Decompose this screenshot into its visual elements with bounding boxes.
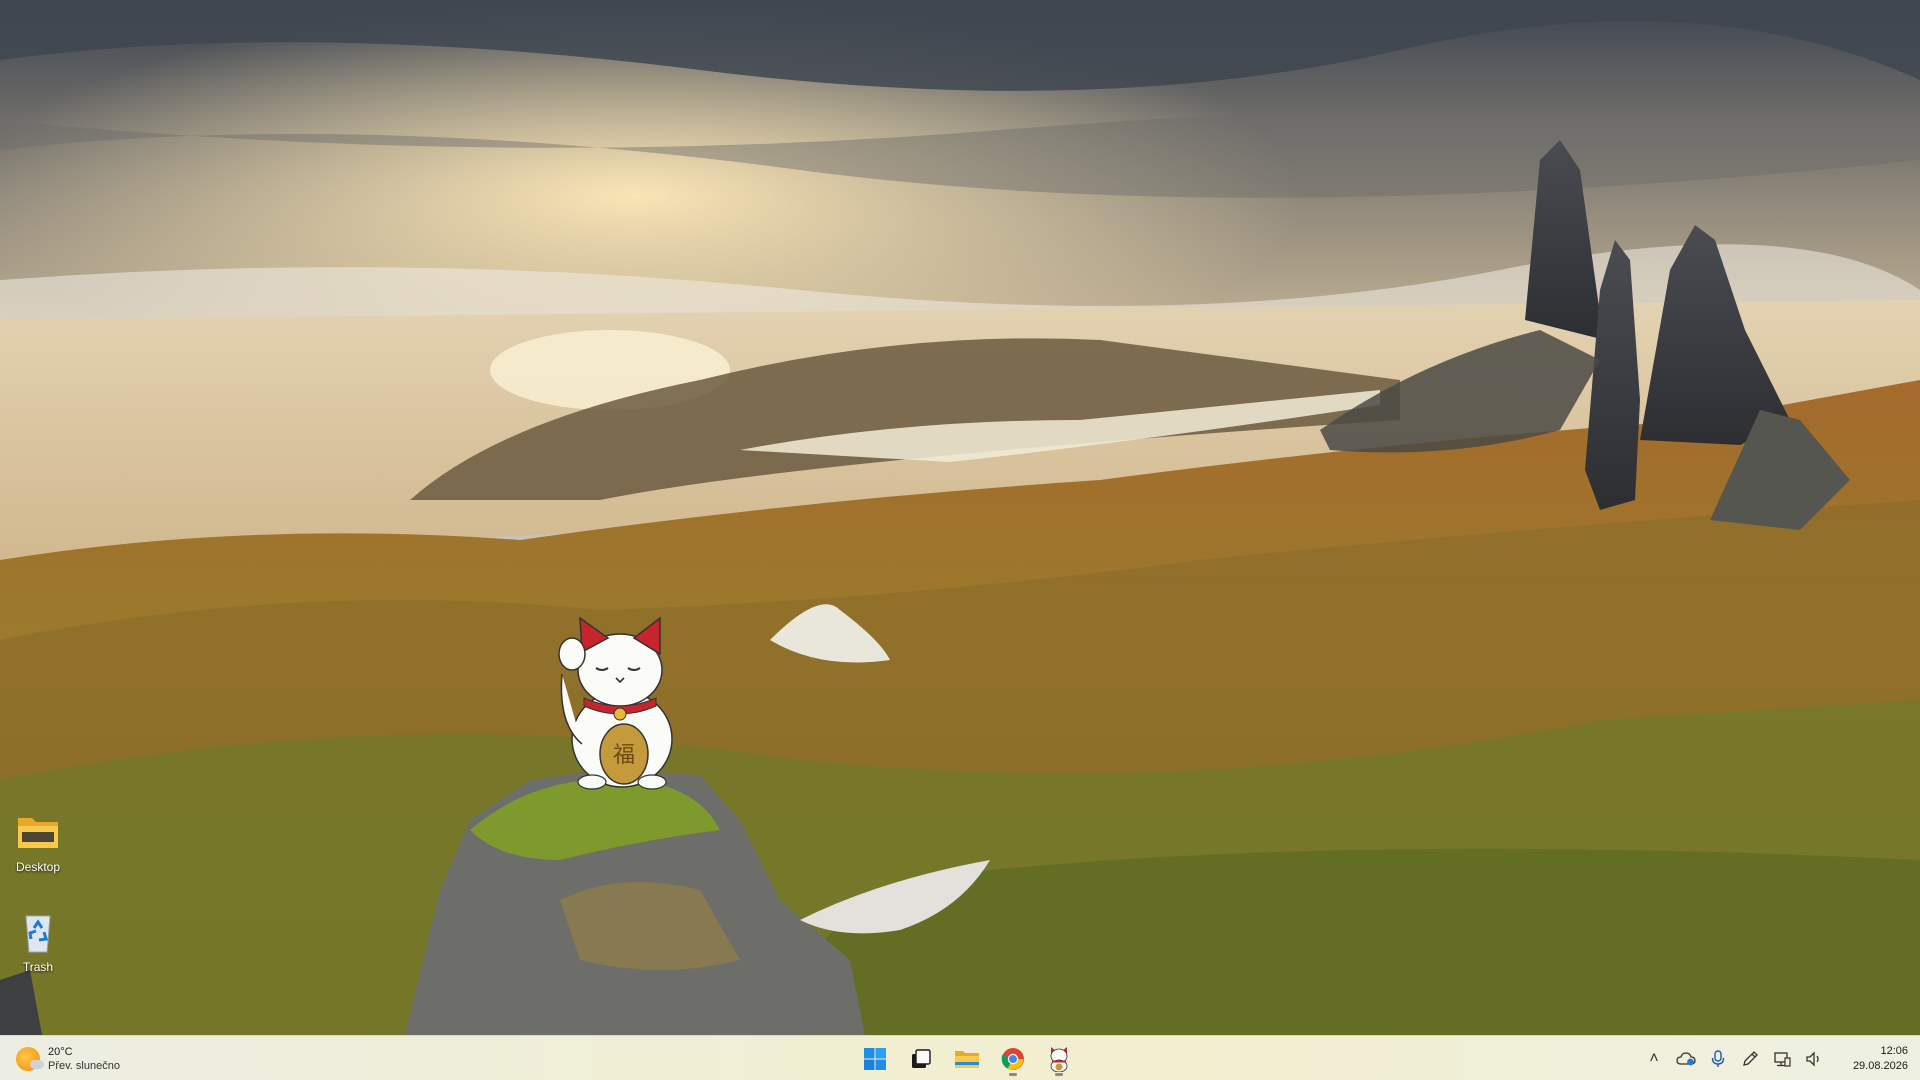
taskbar-apps xyxy=(856,1041,1078,1077)
chrome-button[interactable] xyxy=(994,1041,1032,1077)
network-icon xyxy=(1774,1051,1791,1067)
volume-button[interactable] xyxy=(1798,1036,1830,1080)
desktop-icon-label: Desktop xyxy=(15,860,61,874)
weather-temperature: 20°C xyxy=(48,1046,73,1058)
partly-sunny-icon xyxy=(16,1047,44,1071)
weather-widget[interactable]: 20°C Přev. slunečno xyxy=(16,1042,120,1076)
clock-date: 29.08.2026 xyxy=(1852,1059,1908,1072)
volume-icon xyxy=(1806,1050,1819,1067)
microphone-button[interactable] xyxy=(1702,1036,1734,1080)
chrome-icon xyxy=(1001,1048,1024,1070)
desktop-icon-label: Trash xyxy=(22,960,54,974)
maneki-neko-icon[interactable]: 福 xyxy=(556,614,682,790)
task-view-icon xyxy=(912,1049,931,1068)
folder-icon xyxy=(955,1051,979,1068)
svg-text:福: 福 xyxy=(613,743,635,768)
weather-condition: Přev. slunečno xyxy=(48,1060,120,1072)
system-tray: ˄ 12:06 29.08.2026 xyxy=(1638,1036,1920,1080)
maneki-neko-icon xyxy=(1050,1047,1068,1072)
cloud-icon xyxy=(1676,1051,1696,1065)
file-explorer-button[interactable] xyxy=(948,1041,986,1077)
clock[interactable]: 12:06 29.08.2026 xyxy=(1830,1044,1920,1074)
pen-icon xyxy=(1743,1050,1758,1066)
pen-menu-button[interactable] xyxy=(1734,1036,1766,1080)
wallpaper-landscape xyxy=(0,0,1920,1035)
show-hidden-icons-button[interactable]: ˄ xyxy=(1638,1036,1670,1080)
onedrive-button[interactable] xyxy=(1670,1036,1702,1080)
chevron-up-icon: ˄ xyxy=(1649,1049,1659,1067)
desktop-wallpaper xyxy=(0,0,1920,1035)
microphone-icon xyxy=(1711,1049,1725,1067)
taskbar: 20°C Přev. slunečno ˄ 12:06 29.08.2026 xyxy=(0,1035,1920,1080)
network-button[interactable] xyxy=(1766,1036,1798,1080)
task-view-button[interactable] xyxy=(902,1041,940,1077)
folder-icon xyxy=(14,808,62,856)
recycle-bin-icon xyxy=(14,908,62,956)
cat-app-button[interactable] xyxy=(1040,1041,1078,1077)
windows-start-icon xyxy=(864,1048,886,1070)
desktop-icon-desktop[interactable]: Desktop xyxy=(0,808,76,874)
desktop-icon-trash[interactable]: Trash xyxy=(0,908,76,974)
maneki-neko-drawing: 福 xyxy=(558,616,673,790)
clock-time: 12:06 xyxy=(1880,1044,1908,1057)
start-button[interactable] xyxy=(856,1041,894,1077)
